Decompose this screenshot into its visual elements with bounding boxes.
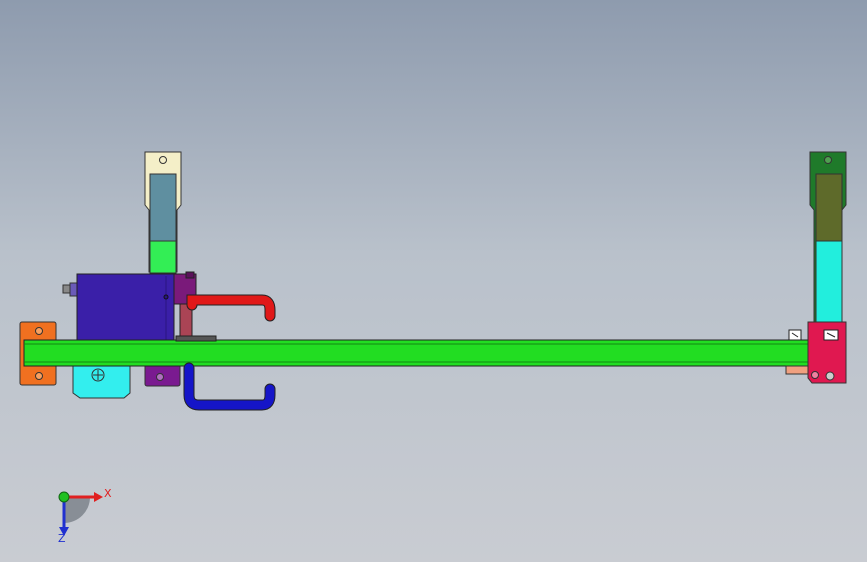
right-upright-upper[interactable] xyxy=(815,173,843,242)
orange-bracket-hole-top xyxy=(35,327,43,335)
left-upright[interactable] xyxy=(144,151,182,274)
purple-bracket[interactable] xyxy=(144,363,181,387)
assembly-view[interactable]: X Z xyxy=(0,0,867,562)
right-bracket-hole-2 xyxy=(825,371,835,381)
valve-cap xyxy=(185,271,195,279)
cyan-bracket[interactable] xyxy=(72,363,131,399)
beam-clamp-plate xyxy=(175,335,217,342)
cad-viewport[interactable]: X Z xyxy=(0,0,867,562)
right-upright-hole xyxy=(824,156,832,164)
left-upright-lower[interactable] xyxy=(149,240,177,274)
right-bracket-hole xyxy=(811,371,819,379)
orange-bracket-hole-bottom xyxy=(35,372,43,380)
blue-hose[interactable] xyxy=(183,362,276,411)
purple-bracket-hole xyxy=(156,373,164,381)
beam-nut-left xyxy=(788,329,802,341)
triad-z-label: Z xyxy=(58,532,66,545)
left-upright-upper[interactable] xyxy=(149,173,177,242)
main-beam[interactable] xyxy=(23,335,843,367)
beam-nut-right xyxy=(823,329,839,341)
triad-y-axis-icon xyxy=(58,491,70,503)
right-upright[interactable] xyxy=(809,151,847,343)
coordinate-triad: X Z xyxy=(58,487,112,545)
blue-hose-fill xyxy=(184,363,275,410)
motor-assembly[interactable] xyxy=(62,273,175,343)
triad-x-label: X xyxy=(104,487,112,500)
motor-housing[interactable] xyxy=(76,273,175,343)
triad-shadow xyxy=(64,497,90,523)
red-hose-fill xyxy=(187,295,275,321)
triad-x-arrow-icon xyxy=(94,492,103,502)
motor-bolt xyxy=(163,294,169,300)
left-upright-hole xyxy=(159,156,167,164)
right-bracket-lug xyxy=(785,365,809,375)
